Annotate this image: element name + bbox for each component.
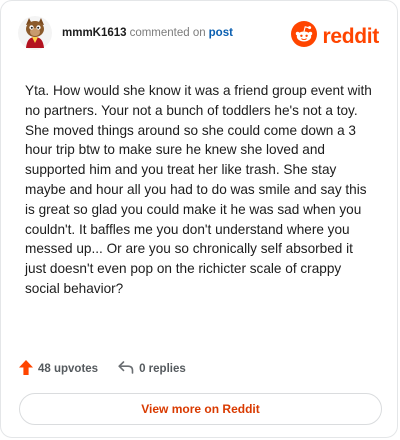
replies-stat[interactable]: 0 replies (118, 361, 186, 377)
comment-author[interactable]: mmmK1613 (62, 27, 127, 39)
comment-header: mmmK1613 commented on post reddit (17, 15, 381, 55)
avatar-icon[interactable] (17, 15, 53, 51)
comment-footer: 48 upvotes 0 replies (19, 359, 186, 379)
reply-arrow-icon (118, 361, 134, 377)
reddit-logo-icon (291, 21, 318, 52)
replies-count: 0 replies (139, 363, 186, 375)
post-link[interactable]: post (209, 27, 233, 39)
embedded-comment-card: mmmK1613 commented on post reddit Yta. How… (0, 0, 398, 438)
reddit-brand[interactable]: reddit (291, 21, 379, 52)
upvotes-stat[interactable]: 48 upvotes (19, 360, 98, 378)
upvote-arrow-icon (19, 360, 33, 378)
commented-on-text: commented on (129, 27, 206, 39)
upvotes-count: 48 upvotes (38, 363, 99, 375)
view-more-on-reddit-button[interactable]: View more on Reddit (19, 393, 382, 425)
comment-byline: mmmK1613 commented on post (62, 27, 233, 39)
reddit-wordmark: reddit (322, 24, 379, 48)
comment-body: Yta. How would she know it was a friend … (25, 83, 372, 296)
